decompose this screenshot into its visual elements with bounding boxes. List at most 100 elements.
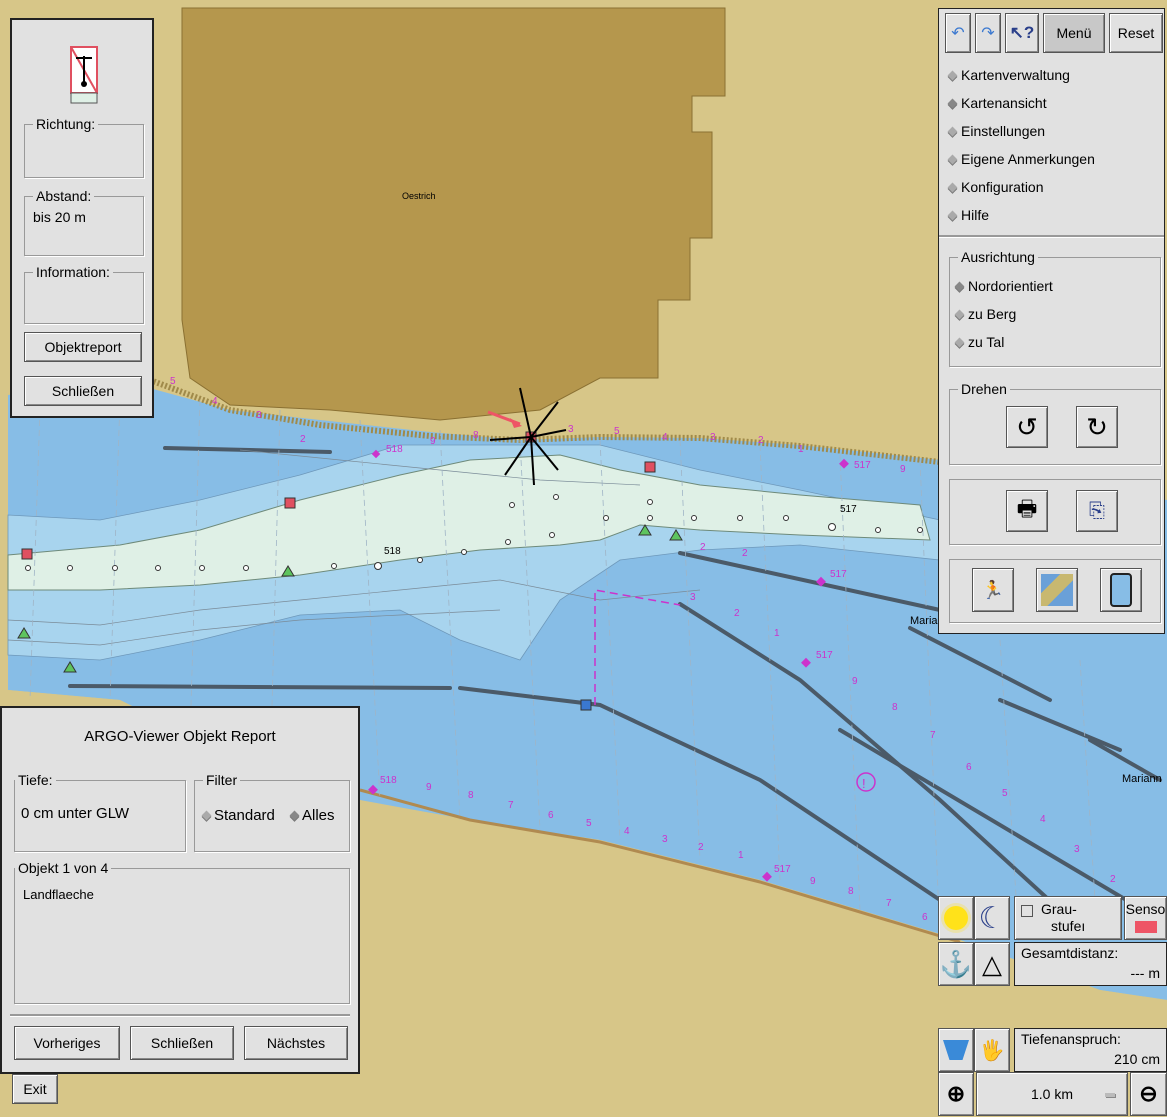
svg-text:Mariann: Mariann [1122,773,1162,785]
ausrichtung-group: Ausrichtung Nordorientiert zu Berg zu Ta… [949,249,1161,367]
menu-item-kartenverwaltung[interactable]: Kartenverwaltung [947,67,1070,83]
printer-icon: 🖶 [1016,496,1038,521]
svg-text:518: 518 [386,444,403,455]
graustufen-label-2: stufeı [1051,918,1086,934]
option-zu-berg[interactable]: zu Berg [954,306,1016,322]
svg-text:9: 9 [810,876,816,887]
menu-button[interactable]: Menü [1043,13,1105,53]
svg-text:3: 3 [662,834,668,845]
sensor-indicator[interactable]: Senso [1124,896,1167,940]
context-help-button[interactable]: ↖? [1005,13,1039,53]
tiefenanspruch-value: 210 cm [1114,1051,1160,1067]
svg-text:2: 2 [758,435,764,446]
print-button[interactable]: 🖶 [1006,490,1048,532]
svg-text:2: 2 [698,842,704,853]
svg-text:6: 6 [966,762,972,773]
svg-text:518: 518 [380,775,397,786]
measure-button[interactable]: △ [974,942,1010,986]
filter-group: Filter Standard Alles [194,772,350,852]
menu-bullet-icon [947,126,958,136]
svg-text:517: 517 [854,460,871,471]
information-label: Information: [33,264,113,280]
richtung-label: Richtung: [33,116,99,132]
checkbox-icon [1021,905,1033,917]
night-mode-button[interactable]: ☾ [974,896,1010,940]
filter-label: Filter [203,772,241,788]
svg-text:3: 3 [568,424,574,435]
svg-text:6: 6 [922,912,928,923]
menu-item-eigene-anmerkungen[interactable]: Eigene Anmerkungen [947,151,1095,167]
dialog-separator [10,1014,350,1017]
svg-text:9: 9 [900,464,906,475]
undo-button[interactable]: ↶ [945,13,971,53]
tools-group: 🏃 [949,559,1161,623]
object-info-panel: Richtung: Abstand: bis 20 m Information:… [10,18,154,418]
day-mode-button[interactable] [938,896,974,940]
zoom-in-icon: ⊕ [946,1081,966,1106]
help-pointer-icon: ↖? [1009,23,1035,42]
object-panel-close-button[interactable]: Schließen [24,376,142,406]
svg-text:7: 7 [508,800,514,811]
menu-item-kartenansicht[interactable]: Kartenansicht [947,95,1047,111]
filter-alles-option[interactable]: Alles [289,807,335,824]
menu-item-konfiguration[interactable]: Konfiguration [947,179,1044,195]
reset-button[interactable]: Reset [1109,13,1163,53]
svg-text:517: 517 [830,569,847,580]
svg-text:9: 9 [852,676,858,687]
report-title: ARGO-Viewer Objekt Report [84,728,276,745]
zoom-in-button[interactable]: ⊕ [938,1072,974,1116]
rotate-left-button[interactable]: ↺ [1006,406,1048,448]
option-nordorientiert[interactable]: Nordorientiert [954,278,1053,294]
menu-separator [939,235,1164,238]
svg-text:9: 9 [430,436,436,447]
menu-bullet-icon [947,182,958,192]
menu-item-hilfe[interactable]: Hilfe [947,207,989,223]
svg-text:3: 3 [256,410,262,421]
previous-button[interactable]: Vorheriges [14,1026,120,1060]
svg-text:6: 6 [548,810,554,821]
ship-depth-icon [943,1040,969,1060]
depth-gauge-button[interactable]: 🖐 [974,1028,1010,1072]
menu-bullet-icon [947,210,958,220]
svg-text:2: 2 [742,548,748,559]
status-area: ☾ Grau- stufeı Senso ⚓ △ Gesamtdistanz: … [938,896,1167,1117]
svg-text:517: 517 [840,504,857,515]
zoom-out-button[interactable]: ⊖ [1130,1072,1167,1116]
svg-text:8: 8 [848,886,854,897]
svg-text:!: ! [862,776,866,791]
svg-text:518: 518 [384,546,401,557]
svg-text:3: 3 [690,592,696,603]
river-route-button[interactable] [1100,568,1142,612]
objekt-value: Landflaeche [23,887,94,902]
scale-selector[interactable]: 1.0 km [976,1072,1128,1116]
exit-button[interactable]: Exit [12,1074,58,1104]
tiefe-value: 0 cm unter GLW [21,805,130,822]
filter-standard-option[interactable]: Standard [201,807,275,824]
dropdown-icon [1105,1093,1115,1097]
anchor-button[interactable]: ⚓ [938,942,974,986]
sun-icon [944,906,968,930]
menu-item-einstellungen[interactable]: Einstellungen [947,123,1045,139]
richtung-group: Richtung: [24,116,144,178]
depth-gauge-icon: 🖐 [979,1039,1005,1062]
gesamtdistanz-label: Gesamtdistanz: [1021,945,1119,961]
graustufen-toggle[interactable]: Grau- stufeı [1014,896,1122,940]
overview-map-button[interactable] [1036,568,1078,612]
svg-text:Oestrich: Oestrich [402,191,436,201]
depth-button[interactable] [938,1028,974,1072]
information-group: Information: [24,264,144,324]
ausrichtung-title: Ausrichtung [958,249,1038,265]
report-close-button[interactable]: Schließen [130,1026,234,1060]
redo-icon: ↷ [981,25,995,42]
objektreport-button[interactable]: Objektreport [24,332,142,362]
option-zu-tal[interactable]: zu Tal [954,334,1004,350]
copy-button[interactable]: ⎘ [1076,490,1118,532]
svg-text:5: 5 [170,376,176,387]
svg-text:517: 517 [816,650,833,661]
next-button[interactable]: Nächstes [244,1026,348,1060]
rotate-right-button[interactable]: ↻ [1076,406,1118,448]
km-runner-button[interactable]: 🏃 [972,568,1014,612]
redo-button[interactable]: ↷ [975,13,1001,53]
svg-text:8: 8 [468,790,474,801]
svg-text:5: 5 [1002,788,1008,799]
